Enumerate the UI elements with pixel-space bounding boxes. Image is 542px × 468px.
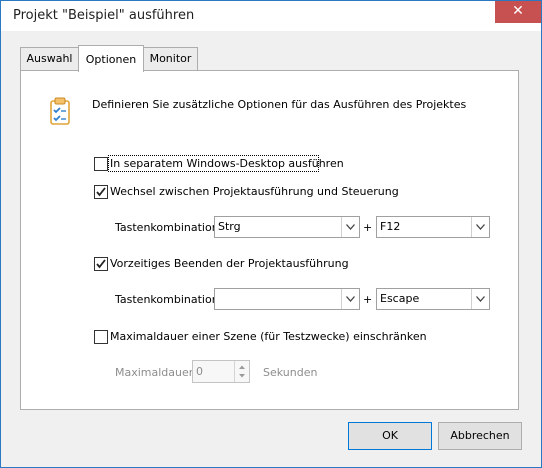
dialog-window: Projekt "Beispiel" ausführen ✕ Auswahl O… — [0, 0, 542, 468]
max-duration-spinner[interactable]: 0 — [192, 360, 250, 383]
abort-key-value: Escape — [380, 292, 420, 305]
checkmark-icon — [96, 259, 106, 269]
switch-execution-checkbox[interactable] — [94, 185, 108, 199]
tab-optionen[interactable]: Optionen — [78, 45, 144, 72]
abort-modifier-select[interactable] — [214, 288, 360, 310]
abort-key-select[interactable]: Escape — [376, 288, 490, 310]
ok-button[interactable]: OK — [348, 422, 432, 450]
spin-up-icon — [239, 365, 245, 369]
max-duration-label[interactable]: Maximaldauer einer Szene (für Testzwecke… — [110, 330, 427, 343]
switch-modifier-value: Strg — [218, 220, 241, 233]
separate-desktop-checkbox[interactable] — [94, 157, 108, 171]
switch-key-select[interactable]: F12 — [376, 216, 490, 238]
chevron-down-icon[interactable] — [471, 289, 489, 309]
tab-optionen-label: Optionen — [85, 53, 137, 66]
ok-button-label: OK — [382, 429, 398, 442]
options-panel: Definieren Sie zusätzliche Optionen für … — [20, 70, 519, 410]
max-duration-checkbox[interactable] — [94, 330, 108, 344]
close-icon: ✕ — [512, 3, 524, 19]
switch-key-value: F12 — [380, 220, 401, 233]
spinner-arrows[interactable] — [234, 361, 249, 382]
switch-execution-label[interactable]: Wechsel zwischen Projektausführung und S… — [110, 185, 399, 198]
chevron-down-icon[interactable] — [341, 289, 359, 309]
title-bar[interactable]: Projekt "Beispiel" ausführen ✕ — [1, 1, 541, 31]
spin-down-icon — [239, 374, 245, 378]
options-description: Definieren Sie zusätzliche Optionen für … — [92, 98, 467, 111]
chevron-down-icon[interactable] — [341, 217, 359, 237]
tab-auswahl-label: Auswahl — [26, 52, 73, 65]
switch-modifier-select[interactable]: Strg — [214, 216, 360, 238]
switch-plus-sign: + — [363, 221, 373, 234]
separate-desktop-label[interactable]: In separatem Windows-Desktop ausführen — [110, 157, 344, 170]
early-abort-checkbox[interactable] — [94, 257, 108, 271]
tab-monitor[interactable]: Monitor — [143, 47, 198, 70]
max-duration-field-label: Maximaldauer — [115, 366, 194, 379]
tab-auswahl[interactable]: Auswahl — [20, 47, 79, 70]
cancel-button[interactable]: Abbrechen — [438, 422, 522, 450]
max-duration-unit: Sekunden — [263, 366, 318, 379]
switch-shortcut-label: Tastenkombination — [115, 221, 219, 234]
close-button[interactable]: ✕ — [495, 1, 541, 23]
tab-monitor-label: Monitor — [149, 52, 192, 65]
chevron-down-icon[interactable] — [471, 217, 489, 237]
cancel-button-label: Abbrechen — [450, 429, 510, 442]
abort-shortcut-label: Tastenkombination — [115, 293, 219, 306]
checkmark-icon — [96, 187, 106, 197]
max-duration-value: 0 — [196, 365, 203, 378]
window-title: Projekt "Beispiel" ausführen — [13, 8, 195, 23]
early-abort-label[interactable]: Vorzeitiges Beenden der Projektausführun… — [110, 257, 349, 270]
abort-plus-sign: + — [363, 293, 373, 306]
clipboard-checklist-icon — [49, 97, 71, 125]
